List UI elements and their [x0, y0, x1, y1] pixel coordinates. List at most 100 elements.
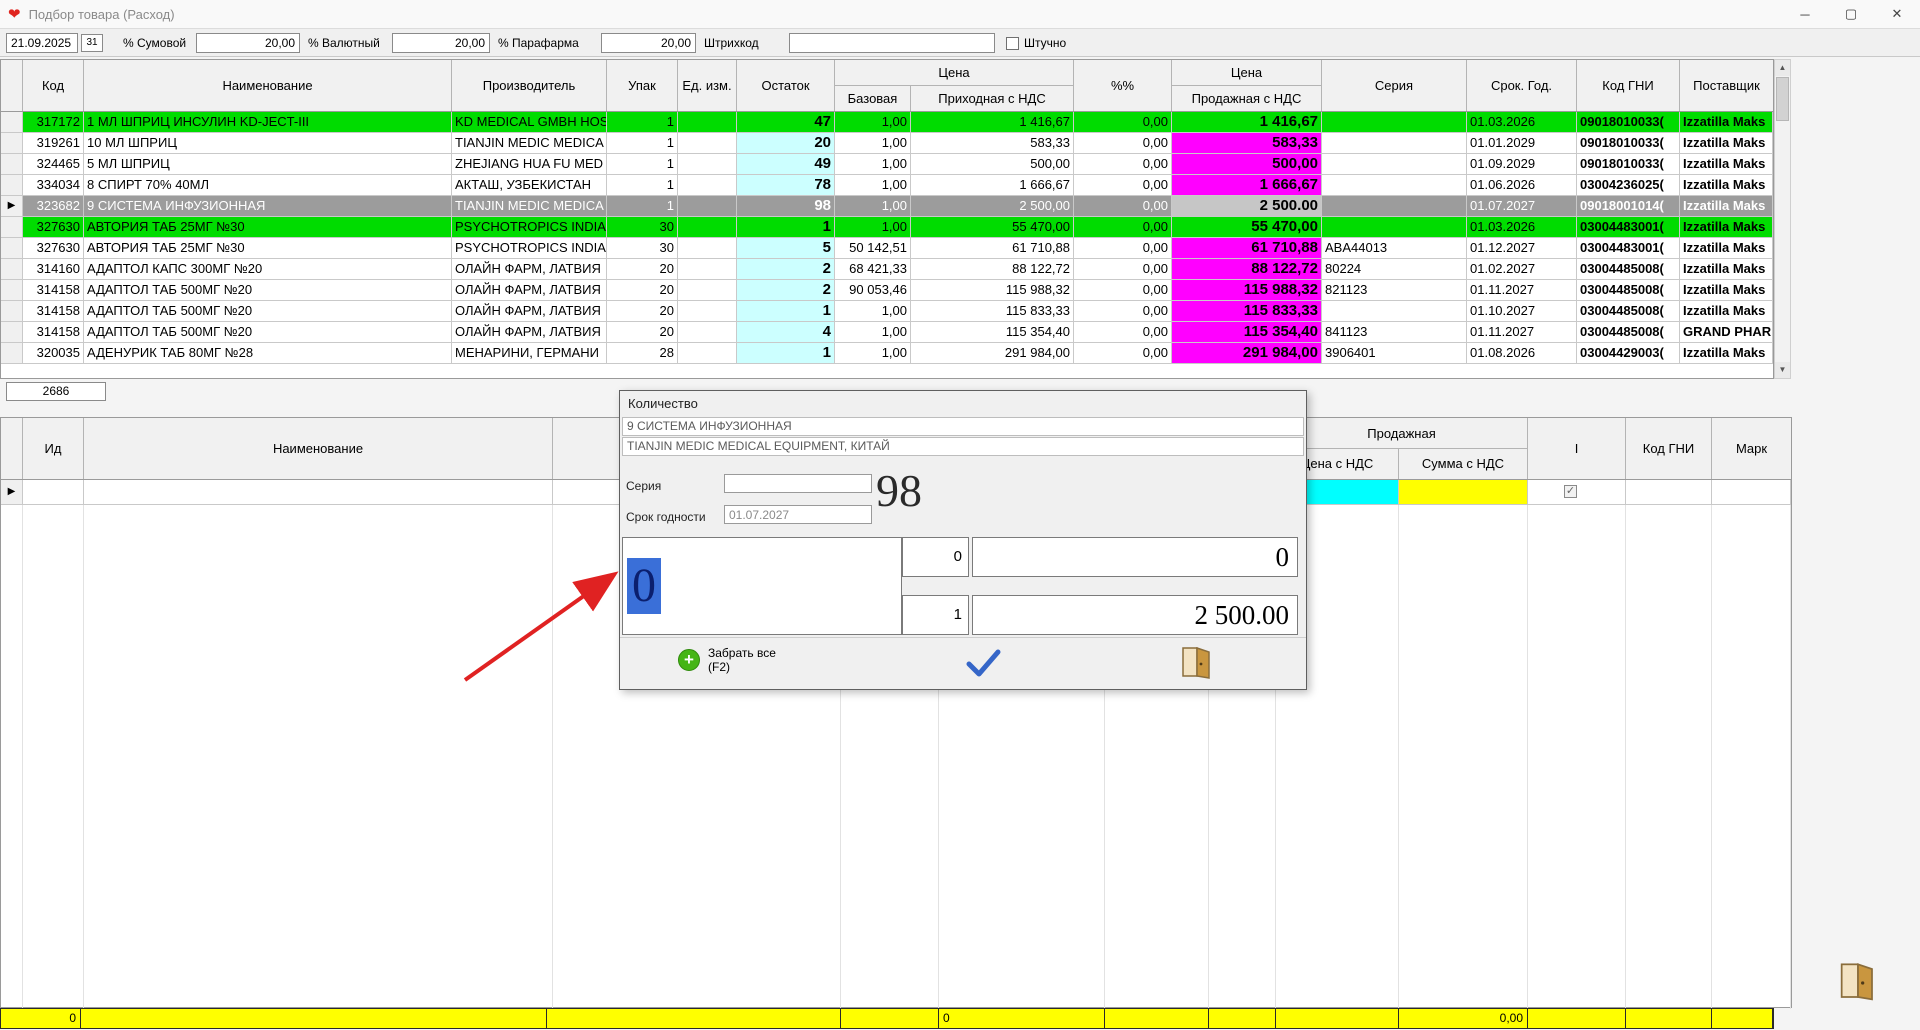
- maximize-button[interactable]: ▢: [1828, 0, 1874, 28]
- cell: 4: [737, 322, 835, 343]
- cell: 0,00: [1074, 112, 1172, 133]
- col-pack[interactable]: Упак: [607, 60, 678, 111]
- calendar-button[interactable]: 31: [81, 34, 103, 52]
- pack-qty-field[interactable]: 0: [902, 537, 969, 577]
- cell: 09018001014(: [1577, 196, 1680, 217]
- dialog-title: Количество: [620, 391, 1306, 415]
- empty-column: [1399, 505, 1528, 1009]
- cell: [1322, 217, 1467, 238]
- cell: 1,00: [835, 112, 911, 133]
- window-title: Подбор товара (Расход): [29, 7, 175, 22]
- cell: [678, 322, 737, 343]
- cell: АДЕНУРИК ТАБ 80МГ №28: [84, 343, 452, 364]
- main-grid-rows: 3171721 МЛ ШПРИЦ ИНСУЛИН KD-JECT-IIIKD M…: [1, 112, 1773, 364]
- col-percent[interactable]: %%: [1074, 60, 1172, 111]
- cell: 500,00: [911, 154, 1074, 175]
- cell: ОЛАЙН ФАРМ, ЛАТВИЯ: [452, 259, 607, 280]
- product-row[interactable]: 3244655 МЛ ШПРИЦZHEJIANG HUA FU MED1491,…: [1, 154, 1773, 175]
- cell: [1626, 480, 1712, 505]
- scrollbar-thumb[interactable]: [1776, 77, 1789, 121]
- cell: 334034: [23, 175, 84, 196]
- cell: 323682: [23, 196, 84, 217]
- product-row[interactable]: 3340348 СПИРТ 70% 40МЛАКТАШ, УЗБЕКИСТАН1…: [1, 175, 1773, 196]
- col-supplier[interactable]: Поставщик: [1680, 60, 1773, 111]
- vertical-scrollbar[interactable]: ▲ ▼: [1774, 59, 1791, 379]
- sale-price-group-header: Цена Продажная с НДС: [1172, 60, 1322, 111]
- cell: [1322, 301, 1467, 322]
- cell: 90 053,46: [835, 280, 911, 301]
- col-sum-vat[interactable]: Сумма с НДС: [1399, 449, 1528, 479]
- barcode-input[interactable]: [789, 33, 995, 53]
- product-row[interactable]: 320035АДЕНУРИК ТАБ 80МГ №28МЕНАРИНИ, ГЕР…: [1, 343, 1773, 364]
- parapharm-percent-input[interactable]: [601, 33, 696, 53]
- col-expiry[interactable]: Срок. Год.: [1467, 60, 1577, 111]
- col-manufacturer[interactable]: Производитель: [452, 60, 607, 111]
- col-incoming-price[interactable]: Приходная с НДС: [911, 86, 1074, 111]
- product-row[interactable]: ▶3236829 СИСТЕМА ИНФУЗИОННАЯTIANJIN MEDI…: [1, 196, 1773, 217]
- col-stock[interactable]: Остаток: [737, 60, 835, 111]
- date-input[interactable]: [6, 33, 78, 53]
- close-button[interactable]: ✕: [1874, 0, 1920, 28]
- main-grid-header: Код Наименование Производитель Упак Ед. …: [1, 60, 1773, 112]
- col-flag[interactable]: I: [1528, 418, 1626, 479]
- cell: TIANJIN MEDIC MEDICA: [452, 196, 607, 217]
- cell: 0,00: [1074, 175, 1172, 196]
- row-indicator: [1, 259, 23, 280]
- cell: 314158: [23, 280, 84, 301]
- totals-cell: [841, 1009, 939, 1028]
- cell: 2 500.00: [1172, 196, 1322, 217]
- expiry-label: Срок годности: [626, 510, 706, 524]
- cell: [84, 480, 553, 505]
- product-row[interactable]: 327630АВТОРИЯ ТАБ 25МГ №30PSYCHOTROPICS …: [1, 217, 1773, 238]
- cancel-door-icon[interactable]: [1182, 646, 1212, 682]
- product-row[interactable]: 327630АВТОРИЯ ТАБ 25МГ №30PSYCHOTROPICS …: [1, 238, 1773, 259]
- sum-percent-input[interactable]: [196, 33, 300, 53]
- cell: 68 421,33: [835, 259, 911, 280]
- cell: [678, 280, 737, 301]
- product-row[interactable]: 314158АДАПТОЛ ТАБ 500МГ №20ОЛАЙН ФАРМ, Л…: [1, 322, 1773, 343]
- total-count-box: 2686: [6, 382, 106, 401]
- row-indicator: [1, 217, 23, 238]
- unit-count-field[interactable]: 1: [902, 595, 969, 635]
- cell: Izzatilla Maks: [1680, 280, 1773, 301]
- quantity-input[interactable]: 0: [622, 537, 902, 635]
- col-sale-price[interactable]: Продажная с НДС: [1172, 86, 1322, 111]
- empty-column: [1626, 505, 1712, 1009]
- col-base-price[interactable]: Базовая: [835, 86, 911, 111]
- col-name[interactable]: Наименование: [84, 418, 553, 479]
- col-id[interactable]: Ид: [23, 418, 84, 479]
- scroll-up-icon[interactable]: ▲: [1775, 60, 1790, 76]
- col-series[interactable]: Серия: [1322, 60, 1467, 111]
- cell: 61 710,88: [911, 238, 1074, 259]
- series-input[interactable]: [724, 474, 872, 493]
- col-gni[interactable]: Код ГНИ: [1626, 418, 1712, 479]
- product-row[interactable]: 31926110 МЛ ШПРИЦTIANJIN MEDIC MEDICA120…: [1, 133, 1773, 154]
- row-indicator: [1, 154, 23, 175]
- col-code[interactable]: Код: [23, 60, 84, 111]
- cell: 55 470,00: [911, 217, 1074, 238]
- flag-checkbox[interactable]: ✓: [1564, 485, 1577, 498]
- cell: 01.03.2026: [1467, 217, 1577, 238]
- minimize-button[interactable]: ─: [1782, 0, 1828, 28]
- product-row[interactable]: 314158АДАПТОЛ ТАБ 500МГ №20ОЛАЙН ФАРМ, Л…: [1, 301, 1773, 322]
- product-row[interactable]: 3171721 МЛ ШПРИЦ ИНСУЛИН KD-JECT-IIIKD M…: [1, 112, 1773, 133]
- cell: АДАПТОЛ ТАБ 500МГ №20: [84, 280, 452, 301]
- confirm-check-icon[interactable]: [964, 648, 1002, 678]
- cell: 20: [607, 259, 678, 280]
- expiry-input[interactable]: [724, 505, 872, 524]
- cell: 115 833,33: [911, 301, 1074, 322]
- piece-checkbox[interactable]: [1006, 37, 1019, 50]
- cell: 1: [607, 196, 678, 217]
- col-unit[interactable]: Ед. изм.: [678, 60, 737, 111]
- product-row[interactable]: 314158АДАПТОЛ ТАБ 500МГ №20ОЛАЙН ФАРМ, Л…: [1, 280, 1773, 301]
- cell: 0,00: [1074, 238, 1172, 259]
- col-gni[interactable]: Код ГНИ: [1577, 60, 1680, 111]
- cell: Izzatilla Maks: [1680, 133, 1773, 154]
- exit-door-button[interactable]: [1838, 962, 1878, 1004]
- take-all-button[interactable]: + Забрать все (F2): [678, 646, 780, 674]
- col-mark[interactable]: Марк: [1712, 418, 1791, 479]
- col-name[interactable]: Наименование: [84, 60, 452, 111]
- product-row[interactable]: 314160АДАПТОЛ КАПС 300МГ №20ОЛАЙН ФАРМ, …: [1, 259, 1773, 280]
- currency-percent-input[interactable]: [392, 33, 490, 53]
- scroll-down-icon[interactable]: ▼: [1775, 362, 1790, 378]
